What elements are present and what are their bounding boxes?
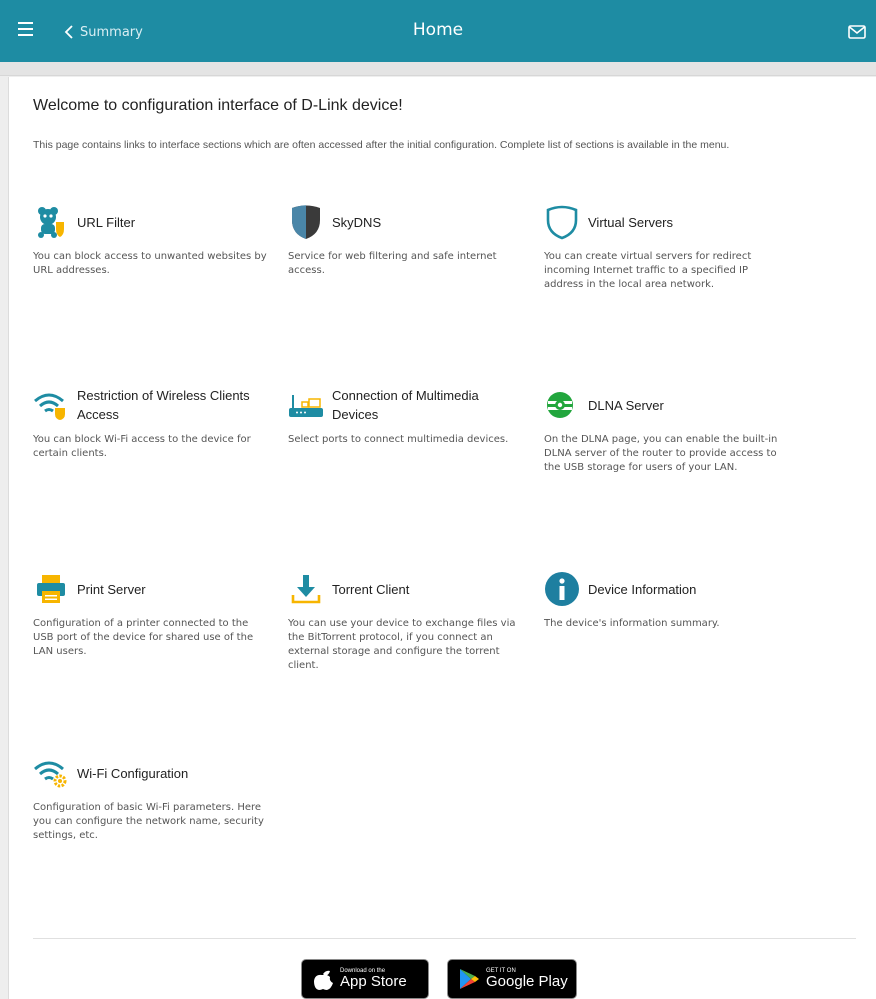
card-virtual-servers[interactable]: Virtual Servers You can create virtual s… [544, 202, 782, 292]
card-device-information[interactable]: Device Information The device's informat… [544, 569, 782, 631]
card-restriction-wireless[interactable]: Restriction of Wireless Clients Access Y… [33, 385, 271, 461]
card-title: Restriction of Wireless Clients Access [77, 388, 250, 422]
card-description: Configuration of basic Wi-Fi parameters.… [33, 802, 264, 841]
card-description: Select ports to connect multimedia devic… [288, 434, 509, 445]
info-icon [544, 571, 580, 607]
card-description: You can create virtual servers for redir… [544, 251, 752, 290]
card-print-server[interactable]: Print Server Configuration of a printer … [33, 569, 271, 659]
download-icon [288, 571, 324, 607]
welcome-heading: Welcome to configuration interface of D-… [33, 97, 403, 114]
card-title: Connection of Multimedia Devices [332, 388, 479, 422]
header-strip [0, 62, 876, 76]
card-skydns[interactable]: SkyDNS Service for web filtering and saf… [288, 202, 526, 278]
app-store-big: App Store [340, 973, 407, 990]
card-title: Device Information [588, 581, 697, 597]
virtual-servers-shield-icon [544, 204, 580, 240]
google-play-button[interactable]: GET IT ON Google Play [447, 959, 577, 999]
multimedia-router-icon [288, 387, 324, 423]
skydns-shield-icon [288, 204, 324, 240]
mail-icon[interactable] [848, 24, 866, 43]
printer-icon [33, 571, 69, 607]
wifi-gear-icon [33, 755, 69, 791]
card-wifi-configuration[interactable]: Wi-Fi Configuration Configuration of bas… [33, 753, 271, 843]
apple-icon [314, 970, 333, 990]
card-description: You can block access to unwanted website… [33, 251, 267, 276]
card-dlna[interactable]: DLNA Server On the DLNA page, you can en… [544, 385, 782, 475]
card-title: URL Filter [77, 214, 136, 230]
google-play-icon [460, 969, 479, 989]
card-torrent-client[interactable]: Torrent Client You can use your device t… [288, 569, 526, 673]
app-store-button[interactable]: Download on the App Store [301, 959, 429, 999]
card-url-filter[interactable]: URL Filter You can block access to unwan… [33, 202, 271, 278]
footer-divider [33, 938, 856, 939]
card-description: Configuration of a printer connected to … [33, 618, 254, 657]
url-filter-icon [33, 204, 69, 240]
card-description: You can block Wi-Fi access to the device… [33, 434, 251, 459]
card-multimedia[interactable]: Connection of Multimedia Devices Select … [288, 385, 526, 447]
wifi-shield-icon [33, 387, 69, 423]
card-title: Wi-Fi Configuration [77, 765, 189, 781]
card-title: Torrent Client [332, 581, 410, 597]
content-panel: Welcome to configuration interface of D-… [8, 77, 876, 999]
card-description: The device's information summary. [544, 618, 720, 629]
page-title: Home [412, 20, 464, 40]
top-bar: Summary Home [0, 0, 876, 62]
card-description: Service for web filtering and safe inter… [288, 251, 497, 276]
card-title: Print Server [77, 581, 146, 597]
intro-text: This page contains links to interface se… [33, 139, 730, 151]
card-description: You can use your device to exchange file… [288, 618, 516, 671]
card-title: SkyDNS [332, 214, 382, 230]
card-description: On the DLNA page, you can enable the bui… [544, 434, 778, 473]
card-title: Virtual Servers [588, 214, 674, 230]
google-play-big: Google Play [486, 973, 568, 990]
dlna-icon [544, 387, 580, 423]
card-title: DLNA Server [588, 397, 664, 413]
